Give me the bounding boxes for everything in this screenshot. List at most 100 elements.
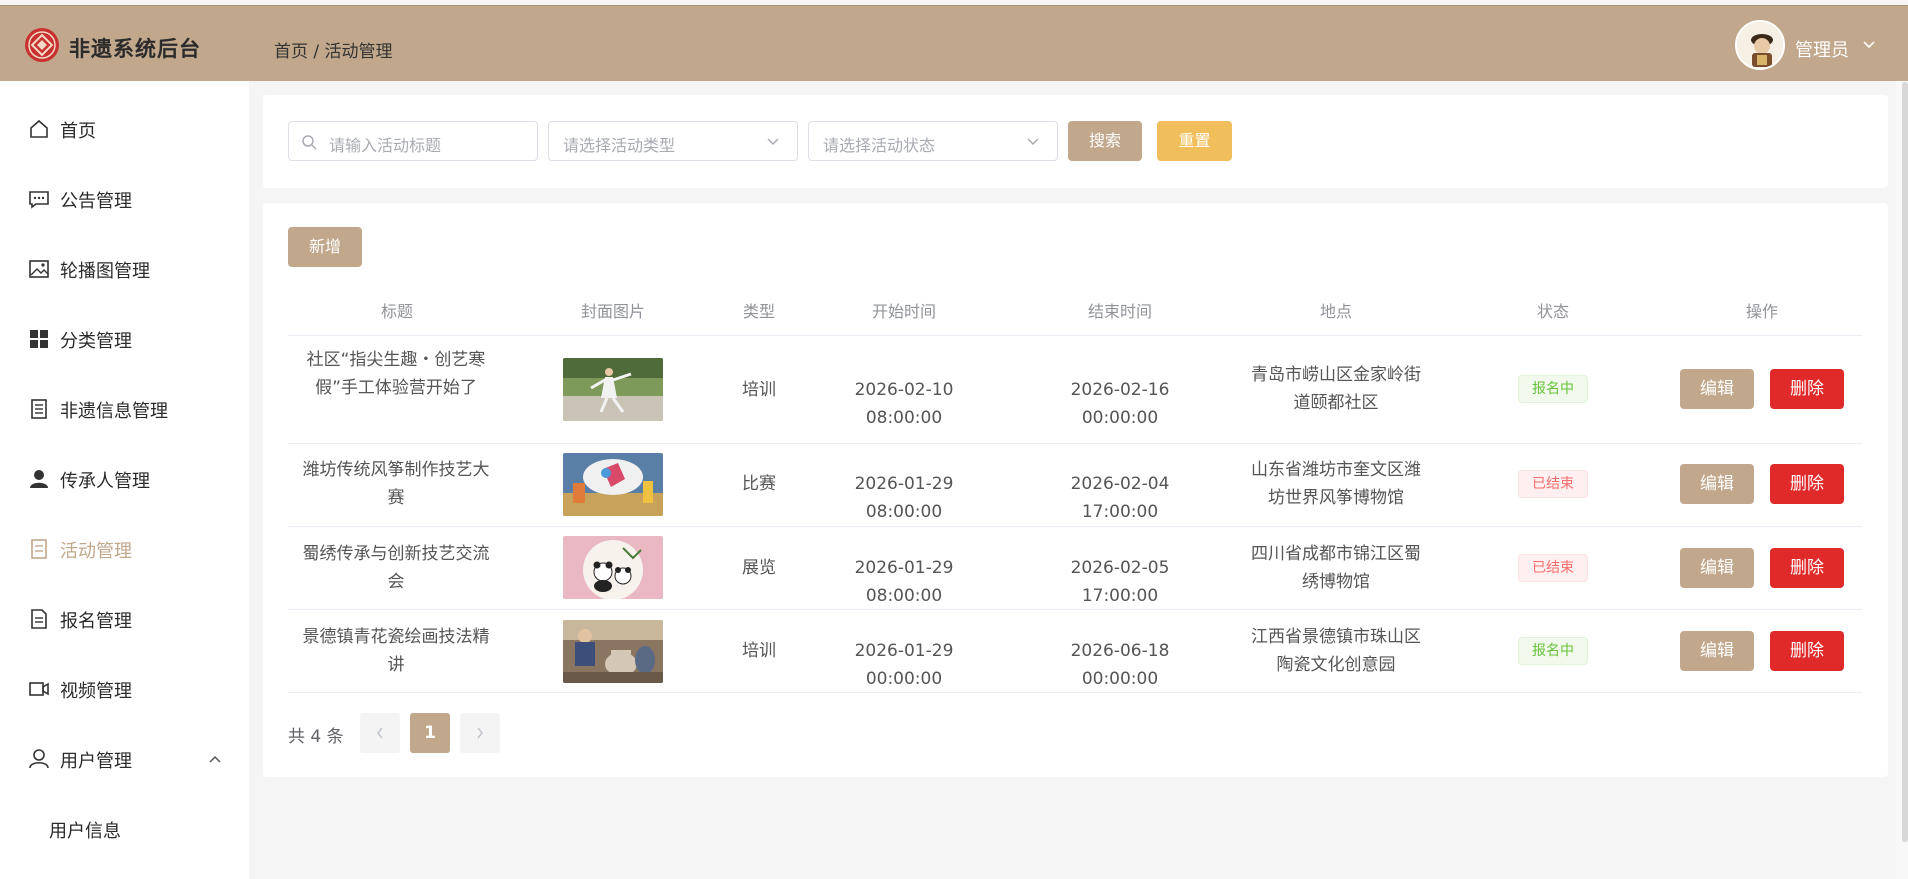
status-badge: 报名中 — [1518, 637, 1588, 665]
tickets-icon — [31, 539, 47, 559]
type-select[interactable]: 请选择活动类型 — [548, 121, 798, 161]
delete-button[interactable]: 删除 — [1770, 464, 1844, 504]
column-header-end-time: 结束时间 — [1087, 302, 1152, 321]
status-select[interactable]: 请选择活动状态 — [808, 121, 1058, 161]
edit-button[interactable]: 编辑 — [1680, 631, 1754, 671]
panda-embroidery-photo — [563, 536, 663, 599]
cover-image[interactable] — [563, 453, 663, 516]
sidebar-item-category[interactable]: 分类管理 — [0, 310, 249, 366]
document-icon — [31, 609, 47, 629]
cell-type: 展览 — [742, 558, 776, 578]
pagination-page-1[interactable]: 1 — [410, 713, 450, 753]
sidebar-subitem-user-info[interactable]: 用户信息 — [0, 800, 249, 856]
column-header-title: 标题 — [380, 302, 413, 321]
chevron-left-icon — [377, 727, 383, 739]
document-list-icon — [31, 399, 47, 419]
cover-image[interactable] — [563, 536, 663, 599]
status-badge: 报名中 — [1518, 375, 1588, 403]
cell-type: 比赛 — [742, 474, 776, 494]
edit-button[interactable]: 编辑 — [1680, 464, 1754, 504]
sidebar-item-label: 视频管理 — [60, 681, 132, 702]
image-icon — [29, 260, 49, 278]
cell-type: 培训 — [742, 380, 776, 400]
sidebar: 首页 公告管理 轮播图管理 分类管理 非遗信息管理 传承人管理 活动管理 报名管… — [0, 81, 249, 879]
breadcrumb[interactable]: 首页 / 活动管理 — [274, 37, 393, 62]
message-icon — [29, 191, 49, 209]
cell-end-time: 2026-02-04 17:00:00 — [1070, 474, 1170, 522]
reset-button[interactable]: 重置 — [1157, 121, 1232, 161]
sidebar-item-activity[interactable]: 活动管理 — [0, 520, 249, 576]
cell-start-time: 2026-02-10 08:00:00 — [854, 380, 954, 428]
add-button[interactable]: 新增 — [288, 227, 362, 267]
pagination-prev-button[interactable] — [360, 713, 400, 753]
status-badge: 已结束 — [1518, 470, 1588, 498]
column-header-actions: 操作 — [1745, 302, 1778, 321]
sidebar-item-home[interactable]: 首页 — [0, 100, 249, 156]
home-icon — [30, 119, 48, 138]
table-divider — [288, 526, 1862, 527]
scrollbar-thumb[interactable] — [1902, 82, 1908, 842]
grid-icon — [30, 330, 48, 348]
sidebar-item-label: 首页 — [60, 121, 96, 142]
cell-start-time: 2026-01-29 00:00:00 — [854, 641, 954, 689]
column-header-cover: 封面图片 — [580, 302, 645, 321]
sidebar-item-video[interactable]: 视频管理 — [0, 660, 249, 716]
cell-start-time: 2026-01-29 08:00:00 — [854, 474, 954, 522]
person-icon — [30, 470, 48, 488]
chevron-right-icon — [477, 727, 483, 739]
chevron-down-icon[interactable] — [1862, 40, 1876, 50]
sidebar-item-label: 公告管理 — [60, 191, 132, 212]
sidebar-item-carousel[interactable]: 轮播图管理 — [0, 240, 249, 296]
delete-button[interactable]: 删除 — [1770, 369, 1844, 409]
kite-photo — [563, 453, 663, 516]
status-select-placeholder: 请选择活动状态 — [823, 136, 936, 155]
table-divider — [288, 692, 1862, 693]
sidebar-item-user-management[interactable]: 用户管理 — [0, 730, 249, 786]
user-name[interactable]: 管理员 — [1795, 36, 1849, 62]
edit-button[interactable]: 编辑 — [1680, 369, 1754, 409]
search-button[interactable]: 搜索 — [1068, 121, 1142, 161]
sidebar-item-label: 报名管理 — [60, 611, 132, 632]
avatar-image — [1737, 22, 1783, 68]
column-header-type: 类型 — [742, 302, 775, 321]
search-icon — [302, 135, 317, 150]
sidebar-item-label: 用户管理 — [60, 751, 132, 772]
logo-icon — [25, 28, 59, 62]
video-camera-icon — [29, 682, 49, 696]
chevron-up-icon — [209, 755, 221, 763]
cell-title: 景德镇青花瓷绘画技法精讲 — [302, 627, 490, 675]
sidebar-item-registration[interactable]: 报名管理 — [0, 590, 249, 646]
cell-location: 四川省成都市锦江区蜀绣博物馆 — [1251, 544, 1421, 592]
search-input[interactable]: 请输入活动标题 — [288, 121, 538, 161]
cell-location: 江西省景德镇市珠山区陶瓷文化创意园 — [1251, 627, 1421, 675]
delete-button[interactable]: 删除 — [1770, 631, 1844, 671]
column-header-start-time: 开始时间 — [871, 302, 936, 321]
sidebar-item-inheritor[interactable]: 传承人管理 — [0, 450, 249, 506]
table-divider — [288, 335, 1862, 336]
pagination-total: 共 4 条 — [288, 727, 344, 747]
cell-end-time: 2026-02-05 17:00:00 — [1070, 558, 1170, 606]
cell-type: 培训 — [742, 641, 776, 661]
type-select-placeholder: 请选择活动类型 — [563, 136, 676, 155]
sidebar-item-heritage-info[interactable]: 非遗信息管理 — [0, 380, 249, 436]
sidebar-item-notice[interactable]: 公告管理 — [0, 170, 249, 226]
edit-button[interactable]: 编辑 — [1680, 548, 1754, 588]
sidebar-item-label: 用户信息 — [49, 821, 121, 842]
cover-image[interactable] — [563, 358, 663, 421]
column-header-status: 状态 — [1536, 302, 1569, 321]
sidebar-item-label: 非遗信息管理 — [60, 401, 168, 422]
cell-location: 山东省潍坊市奎文区潍坊世界风筝博物馆 — [1251, 460, 1421, 508]
table-divider — [288, 443, 1862, 444]
column-header-location: 地点 — [1319, 302, 1352, 321]
sidebar-item-label: 轮播图管理 — [60, 261, 150, 282]
delete-button[interactable]: 删除 — [1770, 548, 1844, 588]
search-input-placeholder: 请输入活动标题 — [329, 136, 442, 155]
pagination-next-button[interactable] — [460, 713, 500, 753]
cell-title: 潍坊传统风筝制作技艺大赛 — [302, 460, 490, 508]
cell-location: 青岛市崂山区金家岭街道颐都社区 — [1251, 365, 1421, 413]
cover-image[interactable] — [563, 620, 663, 683]
cell-start-time: 2026-01-29 08:00:00 — [854, 558, 954, 606]
avatar[interactable] — [1735, 20, 1785, 70]
chevron-down-icon — [767, 138, 779, 146]
taichi-photo — [563, 358, 663, 421]
